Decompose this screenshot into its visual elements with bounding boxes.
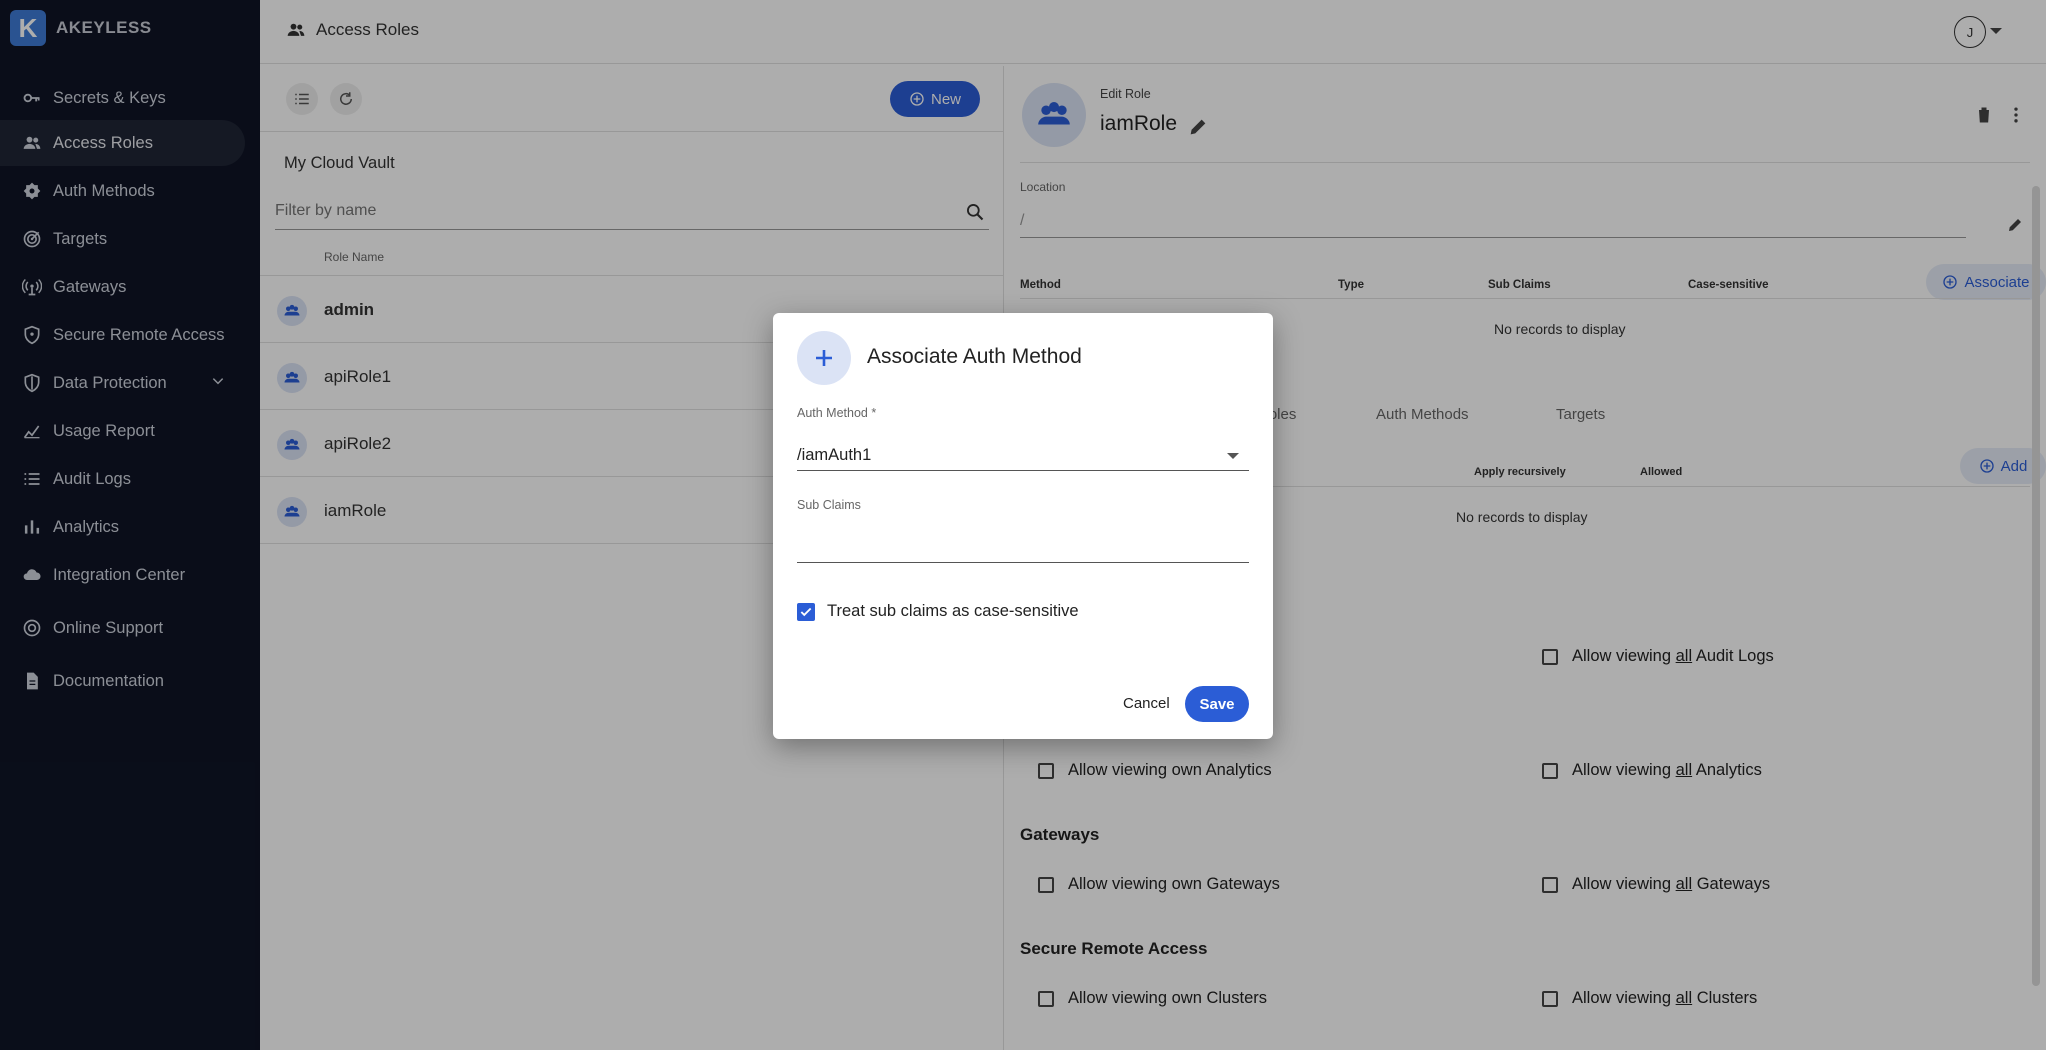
add-icon xyxy=(797,331,851,385)
sub-claims-label: Sub Claims xyxy=(797,498,861,512)
case-sensitive-label: Treat sub claims as case-sensitive xyxy=(827,602,1079,620)
auth-method-value: /iamAuth1 xyxy=(797,446,872,464)
cancel-button[interactable]: Cancel xyxy=(1123,695,1170,712)
save-button[interactable]: Save xyxy=(1185,686,1249,722)
check-icon xyxy=(800,607,812,616)
auth-method-label: Auth Method * xyxy=(797,406,877,420)
caret-down-icon xyxy=(1227,453,1239,459)
case-sensitive-option[interactable]: Treat sub claims as case-sensitive xyxy=(797,602,1079,621)
associate-auth-method-dialog: Associate Auth Method Auth Method * /iam… xyxy=(773,313,1273,739)
dialog-title: Associate Auth Method xyxy=(867,345,1082,368)
auth-method-select[interactable]: /iamAuth1 xyxy=(797,439,1249,471)
sub-claims-input[interactable] xyxy=(797,513,1249,563)
case-sensitive-checkbox[interactable] xyxy=(797,602,815,621)
